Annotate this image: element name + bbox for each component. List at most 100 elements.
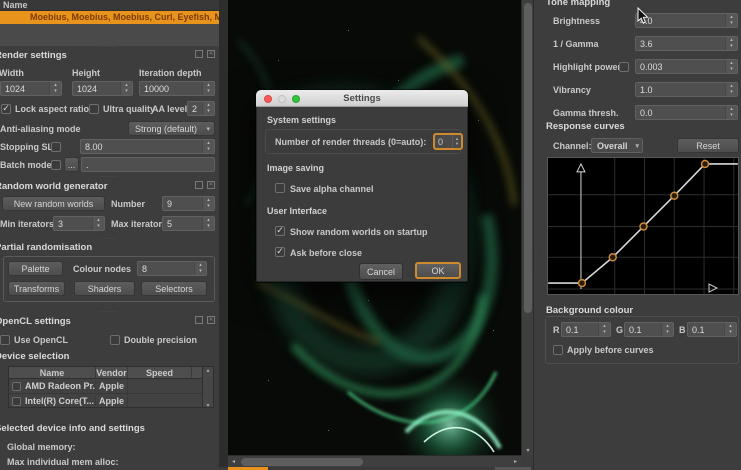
width-spinbox[interactable]: 1024 <box>0 81 62 96</box>
iteration-depth-spinbox[interactable]: 10000 <box>139 81 215 96</box>
canvas-horizontal-scrollbar[interactable]: ◂ ▸ <box>228 455 521 467</box>
ask-before-close-checkbox[interactable] <box>275 247 285 257</box>
batch-mode-checkbox[interactable] <box>51 160 61 170</box>
lock-aspect-checkbox[interactable] <box>1 104 11 114</box>
spin-arrows-icon[interactable] <box>452 135 461 148</box>
stopping-sl-spinbox[interactable]: 8.00 <box>80 139 215 154</box>
stopping-sl-checkbox[interactable] <box>51 142 61 152</box>
height-spinbox[interactable]: 1024 <box>72 81 133 96</box>
spin-arrows-icon[interactable] <box>49 82 61 95</box>
cancel-button[interactable]: Cancel <box>359 263 403 280</box>
reset-button[interactable]: Reset <box>677 138 739 153</box>
table-row[interactable]: Intel(R) Core(T... Apple <box>9 394 213 407</box>
anti-aliasing-combo[interactable]: Strong (default) <box>128 121 215 136</box>
use-opencl-checkbox[interactable] <box>0 335 10 345</box>
spin-arrows-icon[interactable] <box>725 83 737 96</box>
spin-arrows-icon[interactable] <box>202 217 214 230</box>
spin-arrows-icon[interactable] <box>661 323 673 336</box>
float-icon[interactable] <box>195 316 203 324</box>
panel-splitter[interactable] <box>219 0 228 470</box>
col-name[interactable]: Name <box>9 367 96 378</box>
device-checkbox[interactable] <box>12 381 21 391</box>
aa-level-spinbox[interactable]: 2 <box>187 101 215 116</box>
show-random-checkbox[interactable] <box>275 226 285 236</box>
float-icon[interactable] <box>195 50 203 58</box>
spin-arrows-icon[interactable] <box>202 140 214 153</box>
selected-world-row[interactable]: Moebius, Moebius, Moebius, Curl, Eyefish… <box>0 11 219 24</box>
curve-point[interactable] <box>670 191 679 200</box>
curve-point[interactable] <box>608 253 617 262</box>
spin-arrows-icon[interactable] <box>202 102 214 115</box>
spin-arrows-icon[interactable] <box>598 323 610 336</box>
ultra-quality-checkbox[interactable] <box>89 104 99 114</box>
device-table-scrollbar[interactable]: ▴ ▾ <box>202 367 213 407</box>
spin-arrows-icon[interactable] <box>202 82 214 95</box>
render-threads-spinbox[interactable]: 0 <box>433 133 463 150</box>
curve-point[interactable] <box>700 159 710 169</box>
batch-browse-button[interactable]: ... <box>64 157 79 172</box>
table-row[interactable]: AMD Radeon Pr... Apple <box>9 379 213 394</box>
device-speed <box>127 379 213 393</box>
ok-button[interactable]: OK <box>415 262 461 279</box>
brightness-spinbox[interactable]: 4.0 <box>635 13 738 28</box>
device-table[interactable]: Name Vendor Speed AMD Radeon Pr... Apple… <box>8 366 214 408</box>
close-icon[interactable] <box>207 316 215 324</box>
gamma-thresh-spinbox[interactable]: 0.0 <box>635 105 738 120</box>
scroll-up-icon[interactable]: ▴ <box>206 367 209 374</box>
canvas-vertical-scrollbar[interactable]: ▾ <box>521 0 533 455</box>
batch-mode-label: Batch mode <box>0 160 52 170</box>
channel-combo[interactable]: Overall <box>591 138 643 153</box>
hscroll-thumb[interactable] <box>241 458 363 466</box>
min-iterators-spinbox[interactable]: 3 <box>53 216 105 231</box>
highlight-power-spinbox[interactable]: 0.003 <box>635 59 738 74</box>
dock-handle[interactable] <box>100 236 118 242</box>
dock-handle[interactable] <box>100 309 118 315</box>
vscroll-thumb[interactable] <box>524 3 532 313</box>
colour-nodes-spinbox[interactable]: 8 <box>137 261 207 276</box>
close-icon[interactable] <box>207 181 215 189</box>
spin-arrows-icon[interactable] <box>202 197 214 210</box>
curve-point[interactable] <box>577 278 587 288</box>
number-spinbox[interactable]: 9 <box>162 196 215 211</box>
selectors-button[interactable]: Selectors <box>141 281 207 296</box>
dock-handle[interactable] <box>100 174 118 180</box>
highlight-power-checkbox[interactable] <box>619 62 629 72</box>
save-alpha-checkbox[interactable] <box>275 183 285 193</box>
max-iterators-spinbox[interactable]: 5 <box>162 216 215 231</box>
g-value: 0.1 <box>629 324 642 335</box>
spin-arrows-icon[interactable] <box>725 37 737 50</box>
spin-arrows-icon[interactable] <box>120 82 132 95</box>
response-curve-editor[interactable] <box>547 157 739 295</box>
spin-arrows-icon[interactable] <box>92 217 104 230</box>
r-spinbox[interactable]: 0.1 <box>561 322 611 337</box>
col-speed[interactable]: Speed <box>128 367 192 378</box>
spin-arrows-icon[interactable] <box>725 106 737 119</box>
col-vendor[interactable]: Vendor <box>96 367 128 378</box>
spin-arrows-icon[interactable] <box>194 262 206 275</box>
dialog-titlebar[interactable]: Settings <box>256 90 468 107</box>
spin-arrows-icon[interactable] <box>724 323 736 336</box>
dock-handle[interactable]: · · · · <box>535 247 538 268</box>
device-checkbox[interactable] <box>12 396 21 406</box>
curve-point[interactable] <box>639 222 648 231</box>
palette-button[interactable]: Palette <box>8 261 63 276</box>
transforms-button[interactable]: Transforms <box>8 281 65 296</box>
spin-arrows-icon[interactable] <box>725 60 737 73</box>
spin-arrows-icon[interactable] <box>725 14 737 27</box>
batch-path-field[interactable]: . <box>81 157 215 172</box>
gamma-spinbox[interactable]: 3.6 <box>635 36 738 51</box>
vibrancy-spinbox[interactable]: 1.0 <box>635 82 738 97</box>
g-spinbox[interactable]: 0.1 <box>624 322 674 337</box>
close-icon[interactable] <box>207 50 215 58</box>
apply-before-curves-checkbox[interactable] <box>553 345 563 355</box>
shaders-button[interactable]: Shaders <box>74 281 135 296</box>
float-icon[interactable] <box>195 181 203 189</box>
b-spinbox[interactable]: 0.1 <box>687 322 737 337</box>
new-random-worlds-button[interactable]: New random worlds <box>2 196 105 211</box>
device-name: AMD Radeon Pr... <box>25 381 95 391</box>
double-precision-checkbox[interactable] <box>110 335 120 345</box>
name-column-header[interactable]: Name <box>0 0 219 11</box>
brightness-label: Brightness <box>553 16 601 26</box>
dock-handle[interactable] <box>100 44 118 50</box>
world-list[interactable]: Moebius, Moebius, Moebius, Curl, Eyefish… <box>0 11 219 46</box>
